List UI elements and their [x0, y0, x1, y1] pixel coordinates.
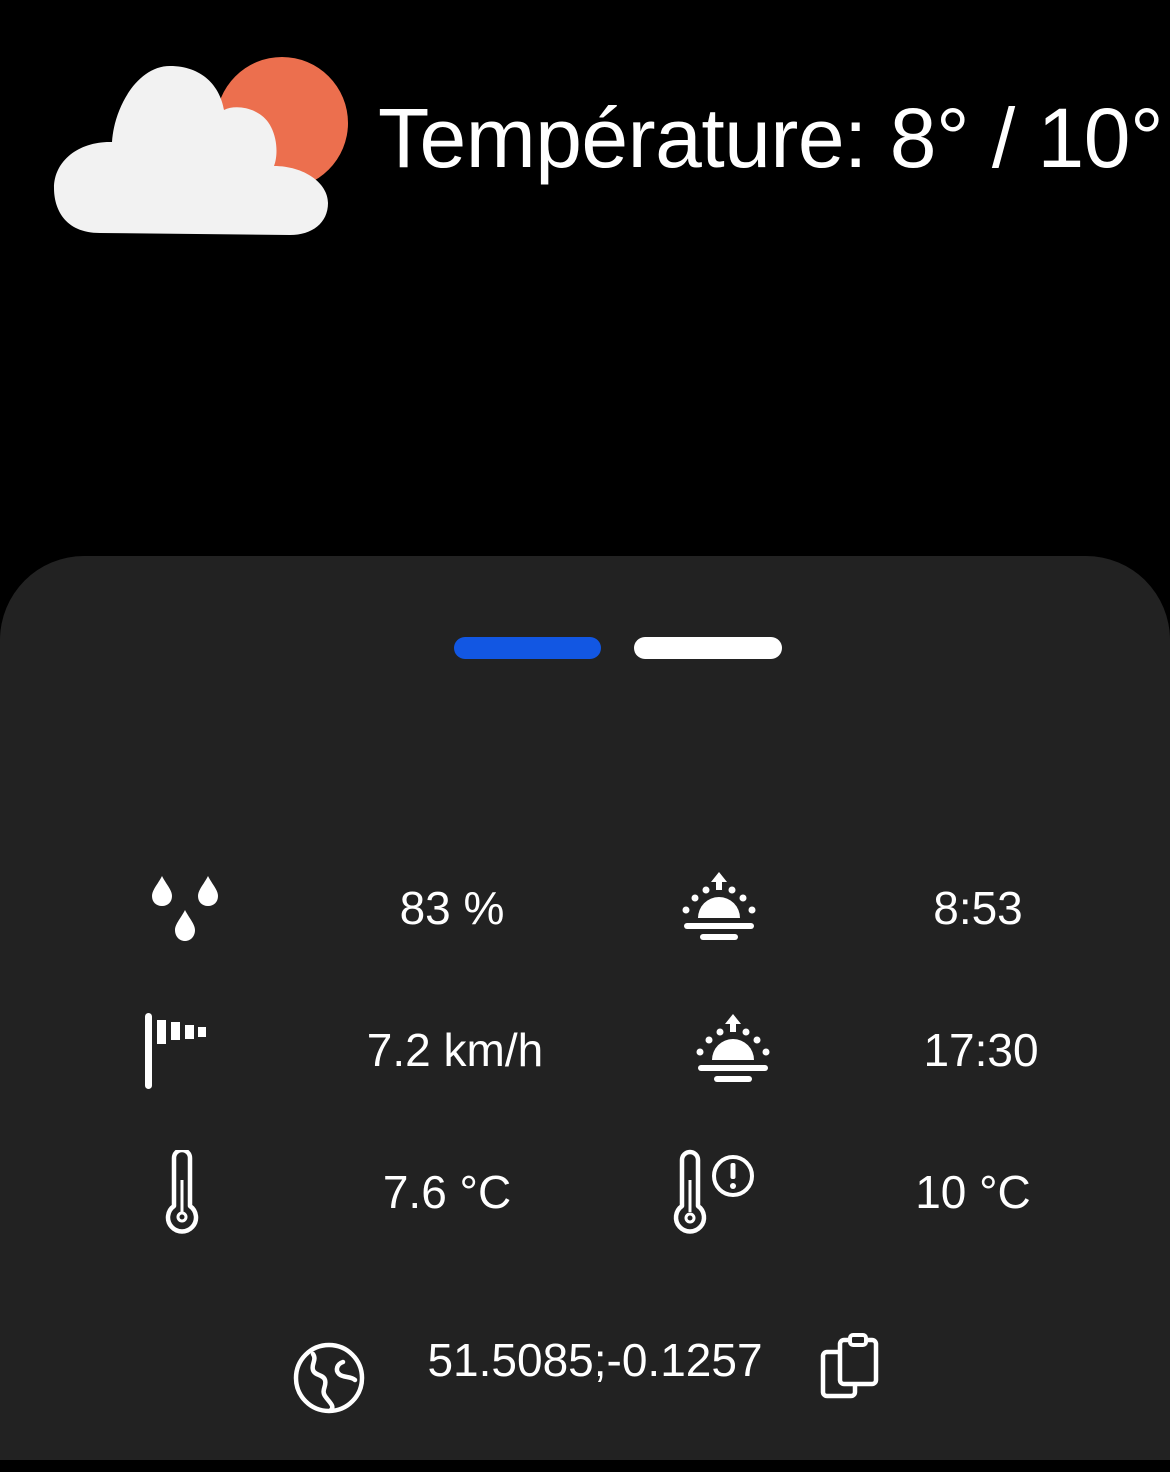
coordinates-text: 51.5085;-0.1257	[427, 1334, 763, 1386]
globe-icon	[293, 1342, 365, 1414]
feels-like-value: 10 °C	[915, 1166, 1031, 1218]
thermometer-alert-icon	[673, 1149, 754, 1234]
sunrise-icon	[682, 872, 756, 940]
current-temperature-value: 7.6 °C	[382, 1166, 512, 1218]
wind-speed-value: 7.2 km/h	[366, 1024, 544, 1076]
temperature-range-title: Température: 8° / 10°	[378, 91, 1164, 185]
humidity-value: 83 %	[399, 882, 505, 934]
windsock-icon	[145, 1013, 206, 1089]
sunset-icon	[696, 1014, 770, 1082]
sunset-value: 17:30	[923, 1024, 1039, 1076]
humidity-drops-icon	[152, 876, 218, 941]
details-panel	[0, 556, 1170, 1460]
bottom-edge	[0, 1460, 1170, 1472]
partly-cloudy-icon	[54, 57, 348, 235]
page-indicator-1[interactable]	[454, 637, 601, 659]
clipboard-copy-icon[interactable]	[818, 1332, 882, 1400]
page-indicator-2[interactable]	[634, 637, 782, 659]
thermometer-icon	[165, 1150, 199, 1234]
sunrise-value: 8:53	[933, 882, 1023, 934]
